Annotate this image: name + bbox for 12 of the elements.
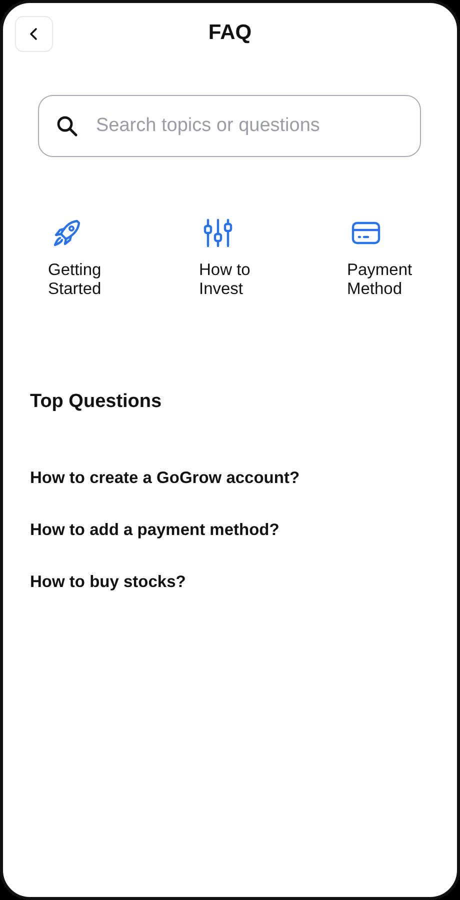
page-title: FAQ (207, 21, 253, 45)
search-field[interactable]: Search topics or questions (38, 95, 421, 157)
category-label[interactable]: Payment Method (347, 261, 427, 299)
category-label[interactable]: Getting Started (48, 261, 128, 299)
question-link[interactable]: How to buy stocks? (30, 571, 186, 593)
sliders-icon[interactable] (202, 217, 234, 249)
question-link[interactable]: How to create a GoGrow account? (30, 467, 300, 489)
section-heading: Top Questions (30, 391, 163, 413)
back-button[interactable] (15, 16, 53, 52)
category-label[interactable]: How to Invest (199, 261, 279, 299)
question-link[interactable]: How to add a payment method? (30, 519, 280, 541)
rocket-icon[interactable] (51, 217, 83, 249)
